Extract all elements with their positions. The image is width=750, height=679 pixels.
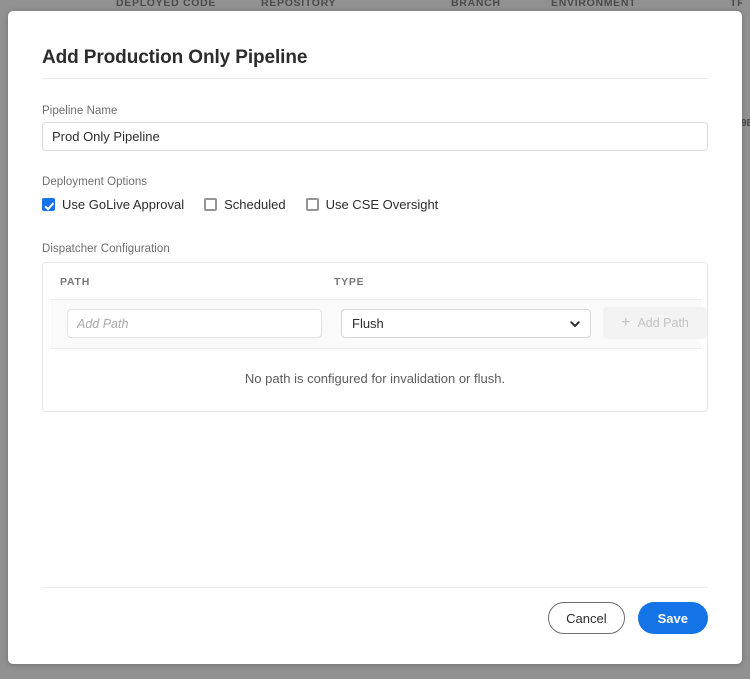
title-divider bbox=[42, 78, 708, 79]
entry-row-divider bbox=[51, 348, 701, 349]
type-select[interactable]: FlushInvalidate bbox=[341, 309, 591, 338]
dispatcher-empty-state-message: No path is configured for invalidation o… bbox=[244, 371, 506, 386]
dialog-footer-actions: Cancel Save bbox=[548, 602, 708, 634]
background-column-header: ENVIRONMENT bbox=[551, 0, 637, 9]
dispatcher-table-header: PATH TYPE bbox=[43, 263, 707, 299]
deployment-option-label: Use CSE Oversight bbox=[325, 197, 439, 212]
background-right-fragment: 9E bbox=[741, 118, 750, 129]
deployment-option-1[interactable]: Scheduled bbox=[204, 197, 286, 212]
save-button[interactable]: Save bbox=[637, 602, 708, 634]
background-column-header: BRANCH bbox=[451, 0, 501, 9]
deployment-option-label: Scheduled bbox=[224, 197, 286, 212]
plus-icon: + bbox=[621, 314, 631, 331]
add-pipeline-dialog: Add Production Only Pipeline Pipeline Na… bbox=[8, 11, 742, 664]
footer-divider bbox=[42, 587, 708, 588]
type-select-wrapper: FlushInvalidate bbox=[341, 309, 591, 338]
pipeline-name-label: Pipeline Name bbox=[42, 105, 118, 117]
dialog-title: Add Production Only Pipeline bbox=[42, 47, 308, 68]
deployment-option-label: Use GoLive Approval bbox=[62, 197, 185, 212]
dispatcher-entry-row: FlushInvalidate + Add Path bbox=[51, 300, 707, 348]
dispatcher-configuration-panel: PATH TYPE FlushInvalidate + Add Path No … bbox=[42, 262, 708, 412]
backdrop-right-strip bbox=[742, 0, 750, 679]
cancel-button[interactable]: Cancel bbox=[548, 602, 625, 634]
deployment-option-2[interactable]: Use CSE Oversight bbox=[305, 197, 439, 212]
checkbox-icon[interactable] bbox=[305, 198, 319, 211]
checkbox-icon[interactable] bbox=[204, 198, 218, 211]
add-path-input[interactable] bbox=[67, 309, 322, 338]
deployment-option-0[interactable]: Use GoLive Approval bbox=[42, 197, 184, 212]
deployment-options-label: Deployment Options bbox=[42, 176, 148, 188]
column-header-path: PATH bbox=[60, 276, 91, 288]
deployment-options-group: Use GoLive Approval Scheduled Use CSE Over… bbox=[42, 197, 458, 212]
background-column-header: REPOSITORY bbox=[261, 0, 337, 9]
dispatcher-configuration-label: Dispatcher Configuration bbox=[42, 243, 170, 255]
add-path-button-label: Add Path bbox=[637, 316, 689, 330]
pipeline-name-input[interactable] bbox=[42, 122, 708, 151]
background-column-header: DEPLOYED CODE bbox=[116, 0, 217, 9]
column-header-type: TYPE bbox=[334, 276, 365, 288]
add-path-button[interactable]: + Add Path bbox=[603, 307, 707, 339]
checkbox-checked-icon[interactable] bbox=[42, 198, 55, 211]
